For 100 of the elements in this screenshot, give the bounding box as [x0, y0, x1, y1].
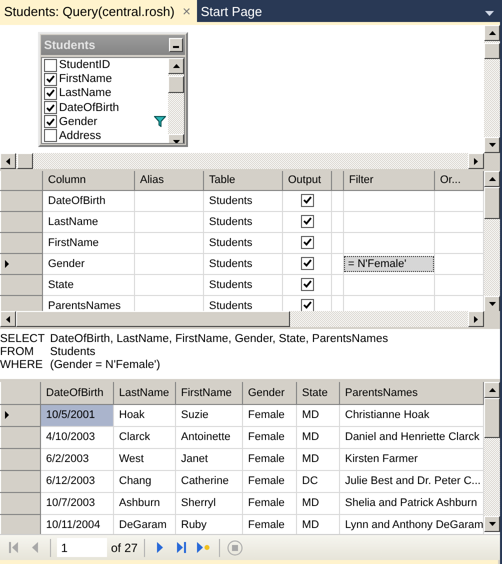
- table-cell: Gender: [48, 258, 85, 270]
- sql-text: Students: [50, 346, 96, 359]
- up-arrow-icon: [488, 31, 496, 35]
- table-cell: Students: [209, 300, 252, 311]
- vertical-scrollbar[interactable]: [484, 171, 500, 312]
- sql-text: DateOfBirth, LastName, FirstName, Gender, State, ParentsNames: [50, 333, 388, 346]
- row-header[interactable]: [0, 253, 42, 274]
- table-cell: Daniel and Henriette Clarck: [345, 431, 480, 443]
- document-tab[interactable]: Students: Query(central.rosh) ×: [0, 0, 197, 22]
- horizontal-scrollbar[interactable]: [0, 311, 484, 327]
- row-header[interactable]: [0, 470, 40, 492]
- table-cell: Shelia and Patrick Ashburn: [345, 497, 478, 509]
- column-checkbox[interactable]: [44, 86, 57, 100]
- row-header[interactable]: [0, 448, 40, 470]
- horizontal-scrollbar[interactable]: [0, 153, 484, 169]
- table-cell: Female: [248, 453, 285, 465]
- sql-keyword: FROM: [0, 346, 35, 359]
- table-cell: Students: [209, 278, 252, 290]
- table-cell: Sherryl: [181, 497, 216, 509]
- column-name: FirstName: [59, 73, 114, 86]
- table-cell: MD: [302, 431, 320, 443]
- table-window[interactable]: Students StudentID FirstName LastName DateOfBirth Gender Address: [38, 32, 188, 147]
- column-checkbox[interactable]: [44, 72, 57, 86]
- scrollbar-corner: [484, 153, 500, 169]
- table-cell: Female: [248, 431, 285, 443]
- output-checkbox[interactable]: [300, 236, 314, 249]
- table-cell: Lynn and Anthony DeGaram: [345, 519, 482, 531]
- column-header[interactable]: Filter: [349, 174, 374, 186]
- row-header[interactable]: [0, 274, 42, 295]
- scroll-up-button[interactable]: [484, 25, 500, 41]
- scroll-thumb[interactable]: [484, 398, 500, 438]
- table-cell: Students: [209, 194, 252, 206]
- right-arrow-icon: [474, 316, 478, 322]
- scroll-up-button[interactable]: [484, 171, 500, 187]
- vertical-scrollbar[interactable]: [484, 382, 500, 532]
- dropdown-icon[interactable]: [485, 11, 494, 16]
- table-cell: Students: [209, 236, 252, 248]
- row-header[interactable]: [0, 190, 42, 211]
- next-record-icon: [156, 542, 163, 553]
- scroll-left-button[interactable]: [0, 311, 16, 327]
- document-tab[interactable]: Start Page: [196, 0, 268, 22]
- column-checkbox[interactable]: [44, 115, 57, 128]
- scroll-thumb[interactable]: [17, 153, 33, 169]
- scroll-right-button[interactable]: [468, 153, 484, 169]
- row-header[interactable]: [0, 211, 42, 232]
- scroll-down-button[interactable]: [484, 516, 500, 532]
- column-name: DateOfBirth: [59, 102, 120, 114]
- row-header[interactable]: [0, 514, 40, 534]
- output-checkbox[interactable]: [300, 256, 314, 270]
- down-arrow-icon: [488, 143, 496, 147]
- column-checkbox[interactable]: [44, 58, 57, 72]
- row-header[interactable]: [0, 426, 40, 448]
- column-name: Address: [59, 130, 102, 142]
- left-arrow-icon: [6, 158, 10, 164]
- scroll-thumb[interactable]: [168, 76, 184, 93]
- column-checkbox[interactable]: [44, 129, 57, 142]
- close-tab-button[interactable]: ×: [182, 3, 191, 20]
- row-header[interactable]: [0, 232, 42, 253]
- scroll-thumb[interactable]: [16, 311, 290, 327]
- scroll-down-button[interactable]: [484, 296, 500, 312]
- output-checkbox[interactable]: [300, 298, 314, 311]
- table-cell: Ashburn: [119, 497, 160, 509]
- scroll-left-button[interactable]: [0, 153, 16, 169]
- table-cell: Ruby: [181, 519, 207, 531]
- output-checkbox[interactable]: [300, 194, 314, 207]
- scroll-thumb[interactable]: [484, 187, 500, 219]
- scroll-down-button[interactable]: [484, 137, 500, 153]
- table-cell: 10/7/2003: [46, 497, 95, 509]
- row-header[interactable]: [0, 492, 40, 514]
- output-checkbox[interactable]: [300, 278, 314, 291]
- table-cell: Janet: [181, 453, 208, 465]
- first-record-icon: [8, 542, 18, 553]
- table-cell: Female: [248, 409, 285, 421]
- filter-cell[interactable]: = N'Female': [344, 256, 434, 272]
- vertical-scrollbar[interactable]: [168, 58, 184, 143]
- minimize-button[interactable]: [169, 38, 183, 52]
- table-cell: LastName: [48, 216, 98, 228]
- table-cell: Female: [248, 475, 285, 487]
- scroll-right-button[interactable]: [468, 311, 484, 327]
- table-cell: MD: [302, 519, 320, 531]
- position-field[interactable]: 1: [57, 538, 107, 557]
- table-cell: MD: [302, 453, 320, 465]
- table-cell: MD: [302, 497, 320, 509]
- down-arrow-icon: [488, 522, 496, 526]
- table-cell: Julie Best and Dr. Peter C...: [345, 475, 481, 487]
- table-cell: MD: [302, 409, 320, 421]
- table-cell: DateOfBirth: [48, 194, 106, 206]
- scroll-up-button[interactable]: [168, 58, 184, 74]
- scrollbar-corner: [484, 311, 500, 327]
- output-checkbox[interactable]: [300, 214, 314, 228]
- row-header[interactable]: [0, 404, 40, 426]
- down-arrow-icon: [172, 140, 180, 143]
- table-cell: Hoak: [119, 409, 145, 421]
- scroll-thumb[interactable]: [484, 43, 500, 59]
- current-row-icon: [5, 411, 9, 419]
- stop-icon: [226, 540, 243, 556]
- scroll-up-button[interactable]: [484, 382, 500, 398]
- table-cell: 6/2/2003: [46, 453, 89, 465]
- column-checkbox[interactable]: [44, 101, 57, 114]
- vertical-scrollbar[interactable]: [484, 25, 500, 153]
